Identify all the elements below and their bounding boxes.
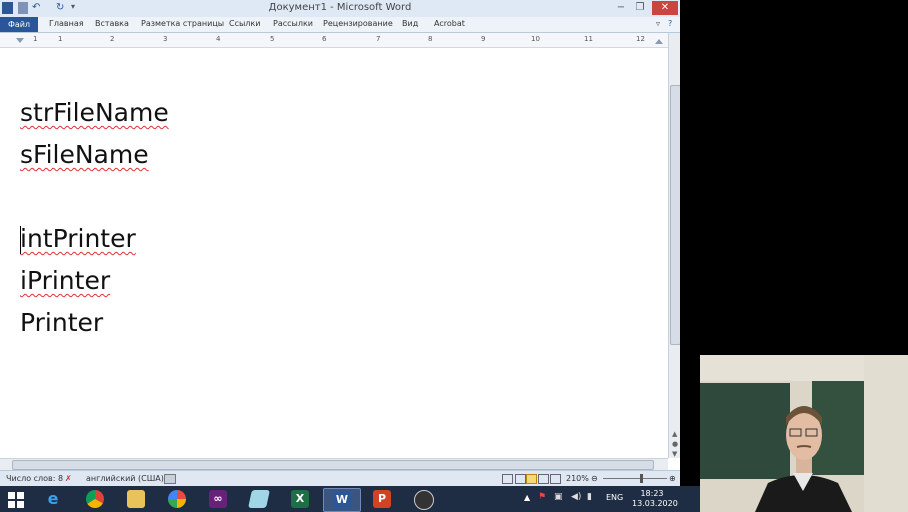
network-icon[interactable]: ▮ [587, 492, 592, 502]
zoom-slider[interactable] [603, 478, 667, 479]
text-caret [20, 226, 21, 254]
taskbar-file-explorer[interactable] [118, 488, 154, 510]
action-center-icon[interactable]: ⚑ [538, 492, 546, 502]
taskbar-paper-app[interactable] [241, 488, 277, 510]
webcam-feed-image [700, 355, 908, 512]
show-hidden-icons[interactable]: ▲ [524, 493, 530, 502]
window-title: Документ1 - Microsoft Word [268, 2, 412, 13]
ruler-number: 6 [322, 35, 327, 43]
zoom-out-button[interactable]: ⊖ [591, 474, 598, 483]
ruler-number: 2 [110, 35, 115, 43]
powerpoint-icon: P [373, 490, 391, 508]
paper-icon [248, 490, 270, 508]
volume-icon[interactable]: ◀) [571, 492, 581, 502]
taskbar-picasa[interactable] [159, 488, 195, 510]
ruler-number: 10 [531, 35, 540, 43]
taskbar-powerpoint[interactable]: P [364, 488, 400, 510]
word-window: ↶ ↻ ▾ Документ1 - Microsoft Word − ❐ ✕ Ф… [0, 0, 680, 486]
document-line[interactable]: iPrinter [20, 266, 110, 295]
vertical-scrollbar[interactable]: ▲ ● ▼ [668, 33, 680, 458]
ruler-number: 12 [636, 35, 645, 43]
document-line[interactable]: Printer [20, 308, 103, 337]
tab-home[interactable]: Главная [49, 19, 84, 28]
internet-explorer-icon: e [47, 489, 59, 508]
ruler-number: 3 [163, 35, 168, 43]
ruler-number: 1 [33, 35, 38, 43]
taskbar-visual-studio[interactable]: ∞ [200, 488, 236, 510]
full-screen-view-icon[interactable] [515, 474, 526, 484]
word-icon: W [333, 491, 351, 509]
spelling-check-icon[interactable]: ✗ [65, 474, 72, 483]
help-icon[interactable]: ? [668, 19, 672, 28]
zoom-in-button[interactable]: ⊕ [669, 474, 676, 483]
draft-view-icon[interactable] [550, 474, 561, 484]
folder-icon [127, 490, 145, 508]
vertical-scroll-thumb[interactable] [670, 85, 680, 345]
webcam-overlay [700, 355, 908, 512]
start-button[interactable] [2, 488, 30, 510]
tab-page-layout[interactable]: Разметка страницы [141, 19, 224, 28]
ruler-number: 4 [216, 35, 221, 43]
ruler-number: 11 [584, 35, 593, 43]
ribbon-tabs: Файл Главная Вставка Разметка страницы С… [0, 17, 680, 33]
word-count[interactable]: Число слов: 8 [6, 474, 63, 483]
taskbar-internet-explorer[interactable]: e [35, 488, 71, 510]
taskbar-obs[interactable] [405, 488, 441, 510]
right-indent-marker[interactable] [655, 39, 663, 44]
windows-logo-icon [8, 492, 15, 499]
ruler-number: 1 [58, 35, 63, 43]
ruler-number: 9 [481, 35, 486, 43]
tab-insert[interactable]: Вставка [95, 19, 129, 28]
document-line[interactable]: intPrinter [20, 224, 136, 253]
first-line-indent-marker[interactable] [16, 38, 24, 43]
taskbar-excel[interactable]: X [282, 488, 318, 510]
visual-studio-icon: ∞ [209, 490, 227, 508]
obs-icon [414, 490, 434, 510]
taskbar-chrome[interactable] [77, 488, 113, 510]
tab-acrobat[interactable]: Acrobat [434, 19, 465, 28]
tab-file[interactable]: Файл [0, 17, 38, 32]
macro-recording-icon[interactable] [164, 474, 176, 484]
status-bar: Число слов: 8 ✗ английский (США) 210% ⊖ … [0, 470, 680, 486]
clock-date: 13.03.2020 [632, 499, 678, 508]
document-line[interactable]: sFileName [20, 140, 149, 169]
chrome-icon [86, 490, 104, 508]
clock-time: 18:23 [640, 489, 664, 498]
maximize-button[interactable]: ❐ [631, 1, 649, 15]
excel-icon: X [291, 490, 309, 508]
clock[interactable]: 18:23 13.03.2020 [632, 489, 678, 509]
title-bar: ↶ ↻ ▾ Документ1 - Microsoft Word − ❐ ✕ [0, 0, 680, 17]
ruler: 1 1 2 3 4 5 6 7 8 9 10 11 12 [0, 33, 668, 48]
horizontal-scroll-thumb[interactable] [12, 460, 654, 470]
input-language[interactable]: ENG [606, 493, 623, 502]
zoom-level[interactable]: 210% [566, 474, 589, 483]
print-layout-view-icon[interactable] [502, 474, 513, 484]
taskbar-word[interactable]: W [323, 488, 361, 512]
tab-review[interactable]: Рецензирование [323, 19, 393, 28]
close-button[interactable]: ✕ [652, 1, 678, 15]
tab-mailings[interactable]: Рассылки [273, 19, 313, 28]
document-line[interactable]: strFileName [20, 98, 169, 127]
ruler-number: 7 [376, 35, 381, 43]
picasa-icon [168, 490, 186, 508]
ribbon-collapse-icon[interactable]: ▿ [656, 19, 660, 28]
minimize-button[interactable]: − [612, 1, 630, 15]
browse-object-icons[interactable]: ▲ ● ▼ [672, 429, 678, 459]
outline-view-icon[interactable] [538, 474, 549, 484]
ruler-number: 8 [428, 35, 433, 43]
tab-view[interactable]: Вид [402, 19, 418, 28]
language-indicator[interactable]: английский (США) [86, 474, 164, 483]
ruler-number: 5 [270, 35, 275, 43]
zoom-slider-thumb[interactable] [640, 474, 643, 483]
tray-app-icon[interactable]: ▣ [554, 492, 563, 502]
web-layout-view-icon[interactable] [526, 474, 537, 484]
tab-references[interactable]: Ссылки [229, 19, 260, 28]
taskbar: e ∞ X W P ▲ ⚑ ▣ ◀) ▮ ENG 18:23 13.03.202… [0, 486, 700, 512]
